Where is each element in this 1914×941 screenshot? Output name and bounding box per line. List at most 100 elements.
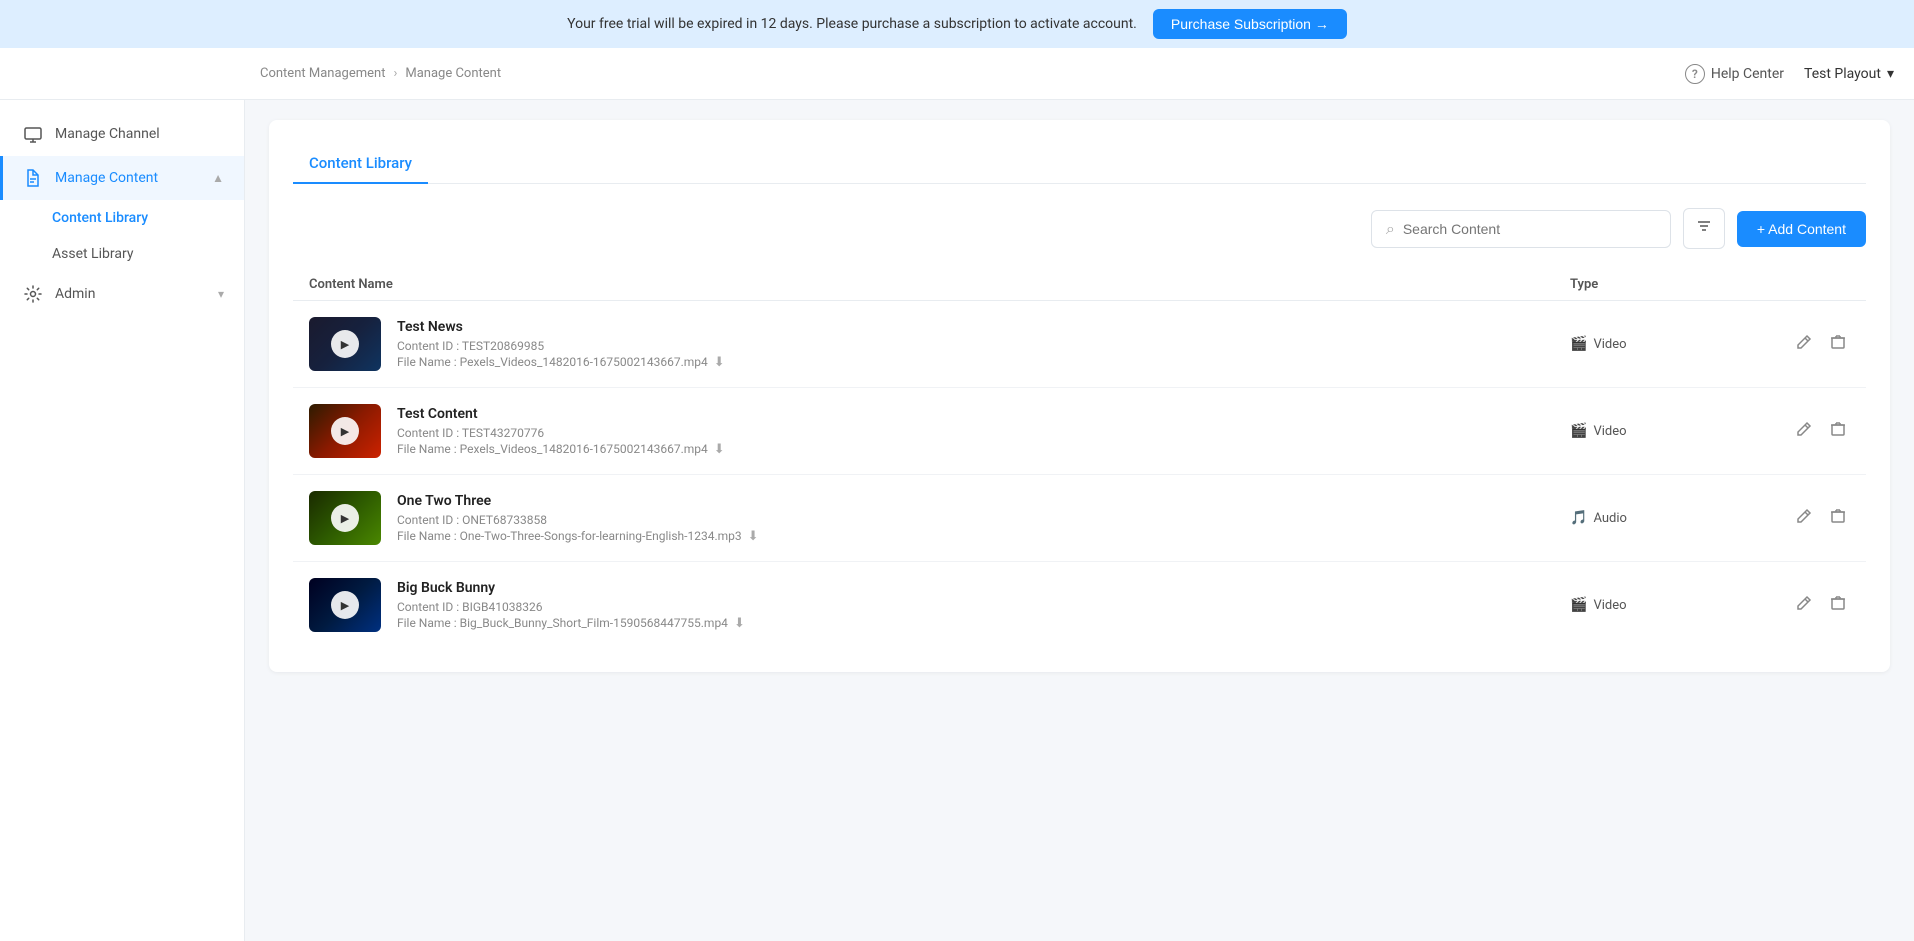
play-button-1[interactable]: ▶ (331, 417, 359, 445)
trial-banner: Your free trial will be expired in 12 da… (0, 0, 1914, 48)
search-box[interactable]: ⌕ (1371, 210, 1671, 248)
toolbar: ⌕ + Add Content (293, 208, 1866, 249)
type-label-0: Video (1593, 337, 1626, 352)
table-row: ▶ One Two Three Content ID : ONET6873385… (293, 475, 1866, 562)
thumbnail-0[interactable]: ▶ (309, 317, 381, 371)
content-id-0: Content ID : TEST20869985 (397, 339, 1570, 353)
main-content: Content Library ⌕ + Add Content Content … (245, 100, 1914, 941)
content-meta-2: One Two Three Content ID : ONET68733858 … (397, 493, 1570, 544)
col-content-name: Content Name (309, 277, 1570, 292)
type-cell-0: 🎬 Video (1570, 336, 1770, 352)
sidebar-item-admin[interactable]: Admin ▾ (0, 272, 244, 316)
edit-button-2[interactable] (1792, 504, 1816, 533)
table-row: ▶ Test Content Content ID : TEST43270776… (293, 388, 1866, 475)
type-label-3: Video (1593, 598, 1626, 613)
search-input[interactable] (1403, 221, 1656, 237)
filter-button[interactable] (1683, 208, 1725, 249)
content-info-3: ▶ Big Buck Bunny Content ID : BIGB410383… (309, 578, 1570, 632)
download-icon-1[interactable]: ⬇ (714, 442, 725, 457)
actions-cell-0 (1770, 330, 1850, 359)
delete-button-2[interactable] (1826, 504, 1850, 533)
play-button-2[interactable]: ▶ (331, 504, 359, 532)
content-filename-3: File Name : Big_Buck_Bunny_Short_Film-15… (397, 616, 1570, 631)
delete-button-1[interactable] (1826, 417, 1850, 446)
content-meta-3: Big Buck Bunny Content ID : BIGB41038326… (397, 580, 1570, 631)
gear-icon (23, 284, 43, 304)
purchase-subscription-button[interactable]: Purchase Subscription → (1153, 9, 1347, 39)
type-icon-2: 🎵 (1570, 510, 1587, 526)
help-center-link[interactable]: ? Help Center (1685, 64, 1784, 84)
breadcrumb: Content Management › Manage Content (0, 66, 501, 81)
content-id-3: Content ID : BIGB41038326 (397, 600, 1570, 614)
content-meta-0: Test News Content ID : TEST20869985 File… (397, 319, 1570, 370)
edit-button-1[interactable] (1792, 417, 1816, 446)
breadcrumb-parent[interactable]: Content Management (260, 66, 385, 81)
header: Content Management › Manage Content ? He… (0, 48, 1914, 100)
user-menu-chevron: ▾ (1887, 66, 1894, 82)
table-header: Content Name Type (293, 269, 1866, 301)
add-content-button[interactable]: + Add Content (1737, 211, 1866, 247)
download-icon-3[interactable]: ⬇ (734, 616, 745, 631)
actions-cell-2 (1770, 504, 1850, 533)
content-card: Content Library ⌕ + Add Content Content … (269, 120, 1890, 672)
type-cell-2: 🎵 Audio (1570, 510, 1770, 526)
play-button-0[interactable]: ▶ (331, 330, 359, 358)
type-label-2: Audio (1593, 511, 1626, 526)
play-button-3[interactable]: ▶ (331, 591, 359, 619)
content-title-3: Big Buck Bunny (397, 580, 1570, 596)
sidebar-item-manage-channel[interactable]: Manage Channel (0, 112, 244, 156)
search-icon: ⌕ (1386, 219, 1395, 239)
admin-expand-icon: ▾ (218, 287, 224, 301)
thumbnail-1[interactable]: ▶ (309, 404, 381, 458)
edit-button-0[interactable] (1792, 330, 1816, 359)
sidebar-item-asset-library[interactable]: Asset Library (52, 236, 244, 272)
sidebar: PLAYOUT Manage Channel Manage Content ▲ (0, 0, 245, 941)
content-title-0: Test News (397, 319, 1570, 335)
content-info-2: ▶ One Two Three Content ID : ONET6873385… (309, 491, 1570, 545)
content-filename-0: File Name : Pexels_Videos_1482016-167500… (397, 355, 1570, 370)
content-table: ▶ Test News Content ID : TEST20869985 Fi… (293, 301, 1866, 648)
download-icon-2[interactable]: ⬇ (748, 529, 759, 544)
tabs: Content Library (293, 144, 1866, 184)
file-icon (23, 168, 43, 188)
col-type: Type (1570, 277, 1770, 292)
sidebar-subnav-manage-content: Content Library Asset Library (0, 200, 244, 272)
actions-cell-1 (1770, 417, 1850, 446)
type-cell-3: 🎬 Video (1570, 597, 1770, 613)
col-actions (1770, 277, 1850, 292)
user-name: Test Playout (1804, 66, 1881, 82)
content-filename-1: File Name : Pexels_Videos_1482016-167500… (397, 442, 1570, 457)
expand-icon: ▲ (212, 171, 224, 185)
download-icon-0[interactable]: ⬇ (714, 355, 725, 370)
thumbnail-2[interactable]: ▶ (309, 491, 381, 545)
help-center-label: Help Center (1711, 66, 1784, 82)
sidebar-item-content-library[interactable]: Content Library (52, 200, 244, 236)
type-icon-1: 🎬 (1570, 423, 1587, 439)
content-id-1: Content ID : TEST43270776 (397, 426, 1570, 440)
delete-button-0[interactable] (1826, 330, 1850, 359)
tv-icon (23, 124, 43, 144)
sidebar-item-label-manage-channel: Manage Channel (55, 126, 160, 142)
breadcrumb-current: Manage Content (405, 66, 501, 81)
content-meta-1: Test Content Content ID : TEST43270776 F… (397, 406, 1570, 457)
sidebar-item-label-manage-content: Manage Content (55, 170, 158, 186)
edit-button-3[interactable] (1792, 591, 1816, 620)
content-filename-2: File Name : One-Two-Three-Songs-for-lear… (397, 529, 1570, 544)
table-row: ▶ Big Buck Bunny Content ID : BIGB410383… (293, 562, 1866, 648)
sidebar-item-manage-content[interactable]: Manage Content ▲ (0, 156, 244, 200)
banner-message: Your free trial will be expired in 12 da… (567, 16, 1137, 32)
table-row: ▶ Test News Content ID : TEST20869985 Fi… (293, 301, 1866, 388)
content-info-1: ▶ Test Content Content ID : TEST43270776… (309, 404, 1570, 458)
tab-content-library[interactable]: Content Library (293, 144, 428, 184)
sidebar-navigation: Manage Channel Manage Content ▲ Content … (0, 100, 244, 328)
user-menu[interactable]: Test Playout ▾ (1804, 66, 1894, 82)
filter-icon (1696, 218, 1712, 234)
type-icon-3: 🎬 (1570, 597, 1587, 613)
delete-button-3[interactable] (1826, 591, 1850, 620)
type-icon-0: 🎬 (1570, 336, 1587, 352)
content-title-1: Test Content (397, 406, 1570, 422)
help-icon: ? (1685, 64, 1705, 84)
thumbnail-3[interactable]: ▶ (309, 578, 381, 632)
content-id-2: Content ID : ONET68733858 (397, 513, 1570, 527)
breadcrumb-separator: › (393, 66, 397, 81)
